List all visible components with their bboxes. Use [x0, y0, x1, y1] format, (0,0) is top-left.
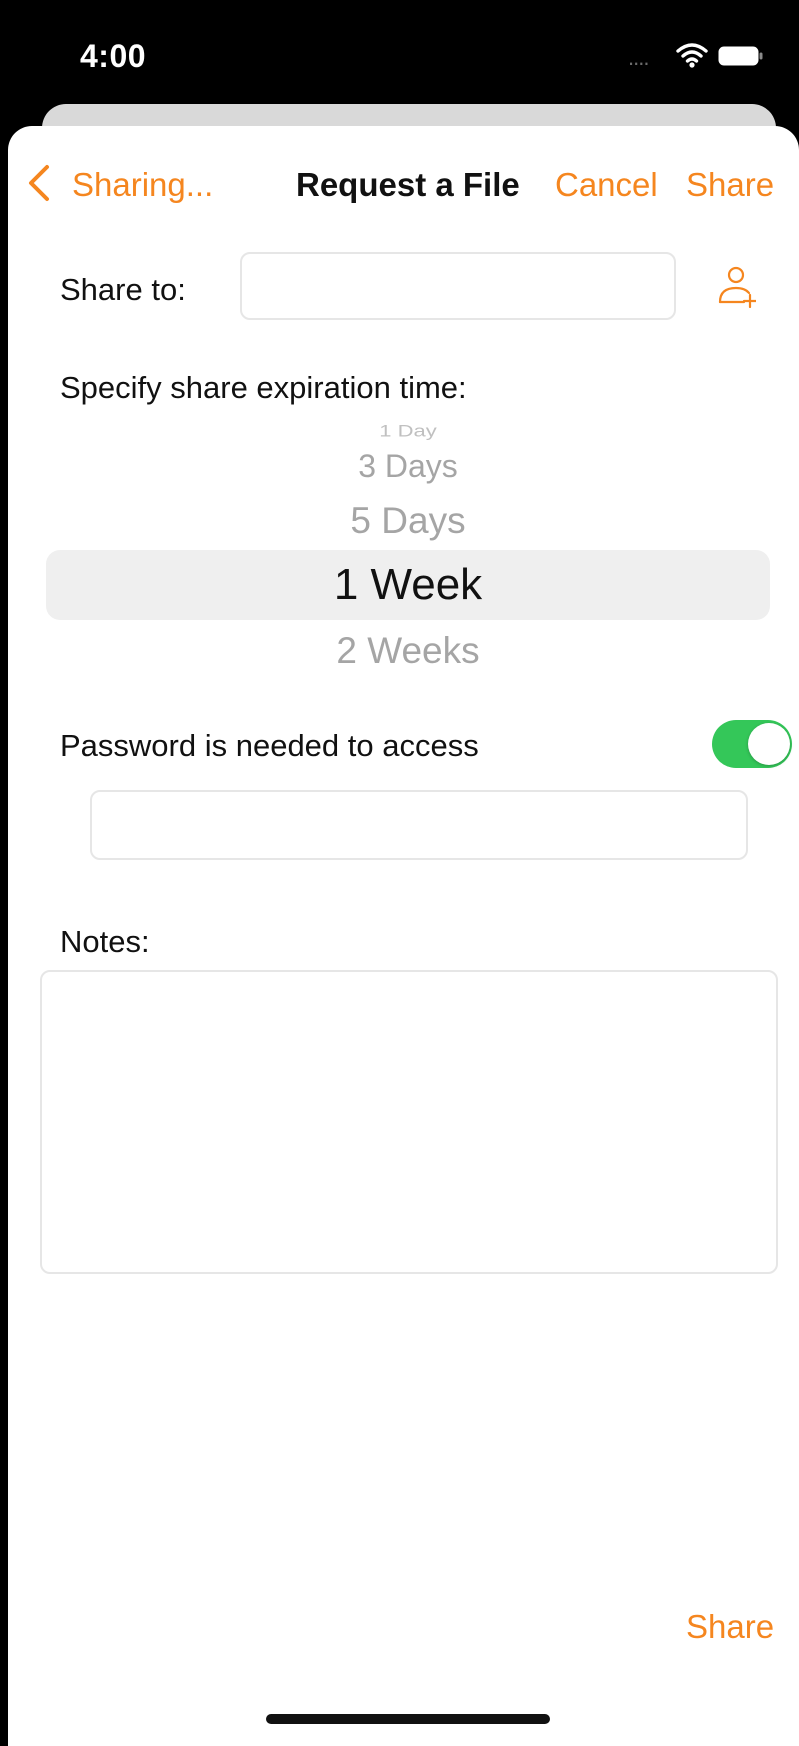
cancel-button[interactable]: Cancel	[555, 166, 658, 204]
share-button[interactable]: Share	[686, 166, 774, 204]
picker-option-selected[interactable]: 1 Week	[46, 560, 770, 610]
notes-label: Notes:	[60, 924, 150, 959]
share-to-label: Share to:	[60, 272, 186, 307]
picker-option[interactable]: 2 Weeks	[46, 630, 770, 672]
status-time: 4:00	[80, 38, 147, 74]
expiry-label: Specify share expiration time:	[60, 370, 467, 405]
password-toggle-knob[interactable]	[748, 723, 790, 765]
signal-indicator: ....	[628, 45, 649, 70]
wifi-icon	[676, 43, 708, 68]
password-input[interactable]	[90, 790, 748, 860]
password-label: Password is needed to access	[60, 728, 479, 763]
picker-option[interactable]: 5 Days	[46, 500, 770, 542]
page-title: Request a File	[296, 166, 520, 203]
picker-option[interactable]: 3 Days	[46, 448, 770, 485]
back-button[interactable]: Sharing...	[72, 166, 213, 204]
bottom-share-button[interactable]: Share	[686, 1608, 774, 1646]
picker-option[interactable]: 1 Day	[46, 421, 770, 441]
battery-icon	[718, 46, 763, 66]
chevron-left-icon[interactable]	[26, 164, 52, 202]
share-to-input[interactable]	[240, 252, 676, 320]
notes-textarea[interactable]	[40, 970, 778, 1274]
add-contact-icon[interactable]	[716, 264, 756, 308]
home-indicator[interactable]	[266, 1714, 550, 1724]
